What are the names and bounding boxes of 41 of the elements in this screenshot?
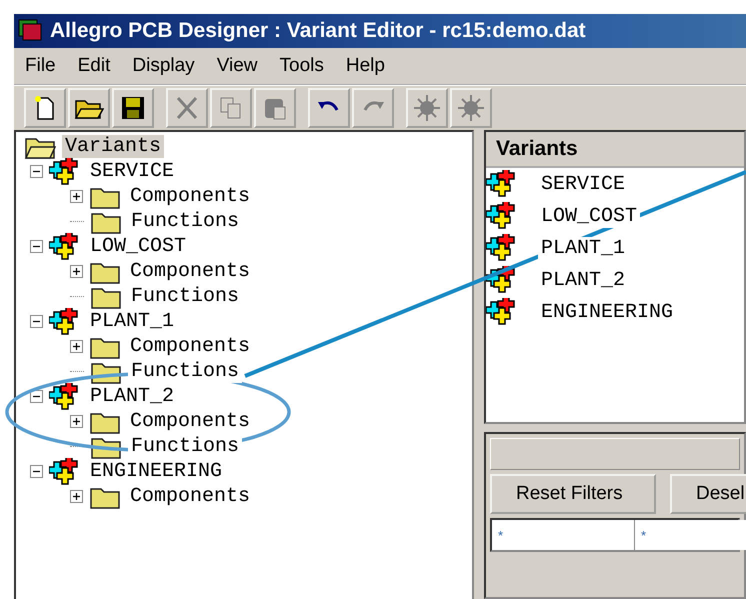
burst-icon [413, 94, 441, 122]
collapse-icon[interactable] [30, 465, 43, 478]
menu-item[interactable]: File [16, 53, 65, 79]
collapse-icon[interactable] [30, 165, 43, 178]
new-file-icon [33, 95, 57, 121]
expand-icon[interactable] [70, 190, 83, 203]
variant-icon [486, 298, 518, 326]
filter-button[interactable]: Reset Filters [490, 474, 656, 514]
variant-icon [486, 234, 518, 262]
menu-item[interactable]: Display [123, 53, 204, 79]
toolbar-button[interactable] [68, 88, 110, 128]
save-icon [120, 95, 146, 121]
variant-icon [49, 458, 81, 486]
toolbar-button[interactable] [112, 88, 154, 128]
collapse-icon[interactable] [30, 315, 43, 328]
variant-icon [49, 382, 81, 410]
toolbar-button[interactable] [308, 88, 350, 128]
expand-icon[interactable] [70, 490, 83, 503]
variant-icon [49, 232, 81, 260]
collapse-icon[interactable] [30, 240, 43, 253]
toolbar-button[interactable] [24, 88, 66, 128]
menu-item[interactable]: Edit [68, 53, 120, 79]
tree-item[interactable]: Functions [128, 360, 242, 383]
tree-root-label[interactable]: Variants [62, 135, 164, 158]
collapse-icon[interactable] [30, 390, 43, 403]
menu-item[interactable]: Help [336, 53, 394, 79]
cut-icon [174, 95, 200, 121]
column-header[interactable]: Variants [486, 132, 744, 168]
filter-button[interactable]: Desel [670, 474, 746, 514]
expand-icon[interactable] [70, 265, 83, 278]
menu-item[interactable]: View [208, 53, 267, 79]
expand-icon[interactable] [70, 340, 83, 353]
variant-icon [486, 266, 518, 294]
burst-icon [457, 94, 485, 122]
expand-icon[interactable] [70, 415, 83, 428]
variant-icon [486, 170, 518, 198]
variant-icon [49, 158, 81, 186]
menu-item[interactable]: Tools [270, 53, 333, 79]
variant-icon [49, 308, 81, 336]
window-title: Allegro PCB Designer : Variant Editor - rc15:demo.dat [50, 19, 586, 43]
variant-icon [486, 202, 518, 230]
